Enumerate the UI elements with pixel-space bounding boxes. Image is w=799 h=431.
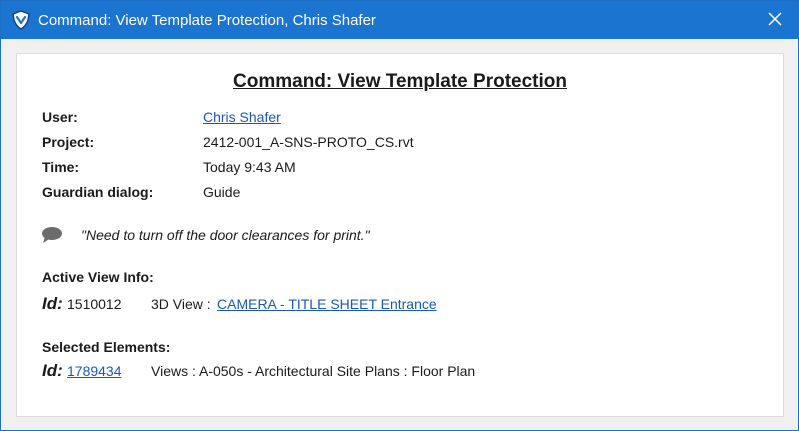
title-bar[interactable]: Command: View Template Protection, Chris… [1,1,798,39]
guardian-logo-icon [11,10,31,30]
window-title: Command: View Template Protection, Chris… [38,12,376,29]
active-view-id-label: Id: [42,294,63,313]
active-view-id-value: 1510012 [67,296,122,312]
project-label: Project: [42,134,95,150]
close-icon [768,11,782,29]
speech-bubble-icon [41,226,63,244]
time-value: Today 9:43 AM [203,159,296,175]
user-link[interactable]: Chris Shafer [203,109,281,125]
selected-id-link[interactable]: 1789434 [67,363,122,379]
selected-element-description: Views : A-050s - Architectural Site Plan… [151,363,476,379]
selected-id-label: Id: [42,361,63,380]
page-title: Command: View Template Protection [233,71,567,92]
user-label: User: [42,109,78,125]
content-panel: Command: View Template Protection User: … [16,53,784,417]
active-view-heading: Active View Info: [42,269,154,285]
time-label: Time: [42,159,80,175]
selected-elements-heading: Selected Elements: [42,339,171,355]
user-comment: "Need to turn off the door clearances fo… [81,227,370,243]
dialog-window: Command: View Template Protection, Chris… [0,0,799,431]
guardian-dialog-value: Guide [203,184,241,200]
project-value: 2412-001_A-SNS-PROTO_CS.rvt [203,134,414,150]
active-view-type: 3D View : [151,296,211,312]
active-view-name-link[interactable]: CAMERA - TITLE SHEET Entrance [217,296,437,312]
close-button[interactable] [752,1,798,39]
guardian-dialog-label: Guardian dialog: [42,184,154,200]
